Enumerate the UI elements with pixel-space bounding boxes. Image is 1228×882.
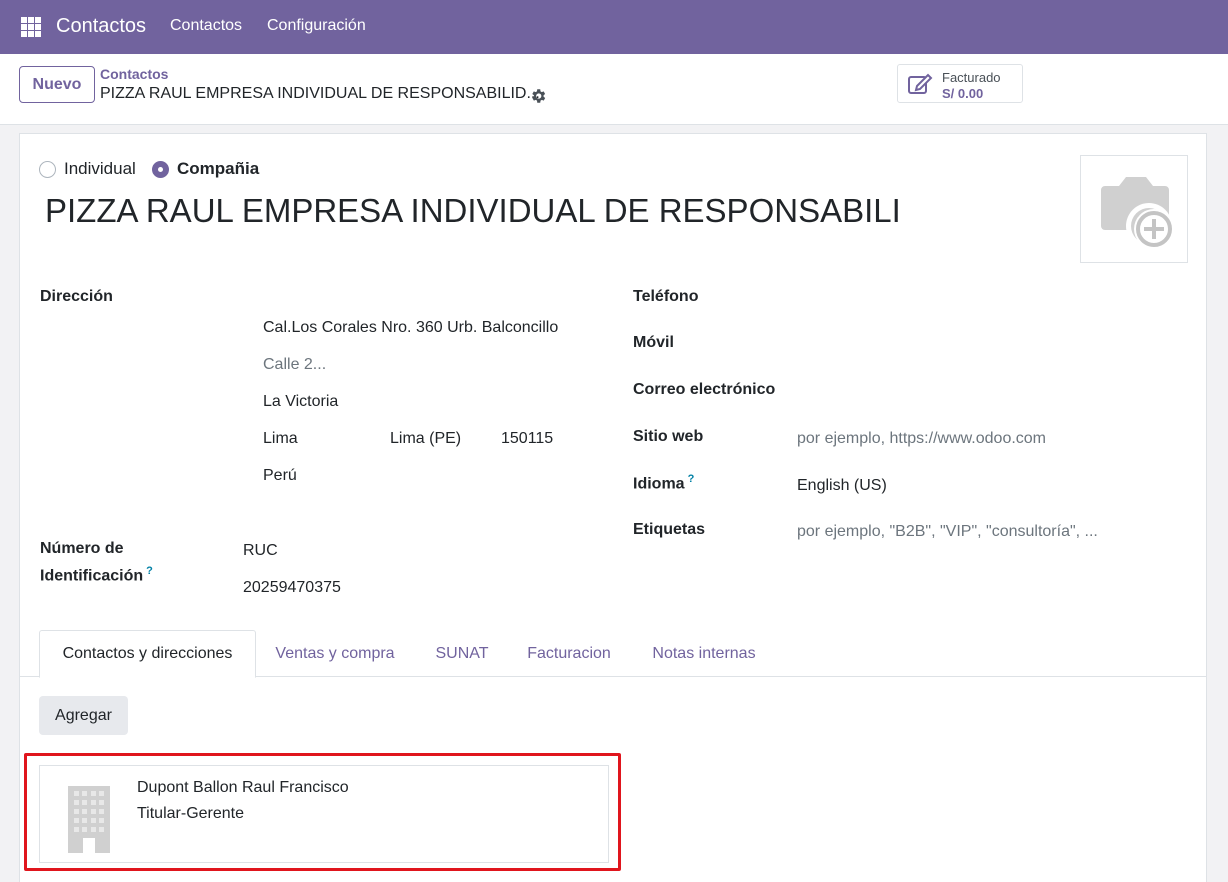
radio-individual[interactable]: Individual [39,159,136,179]
district-field[interactable]: La Victoria [263,393,338,411]
tags-label: Etiquetas [633,521,706,538]
notebook-tabs: Contactos y direcciones Ventas y compra … [20,630,1206,678]
tab-notas-internas[interactable]: Notas internas [638,630,770,677]
radio-label: Compañia [177,159,260,178]
language-label-text: Idioma [633,475,685,493]
tags-field[interactable]: por ejemplo, "B2B", "VIP", "consultoría"… [797,523,1098,541]
stat-value: S/ 0.00 [942,86,984,101]
radio-circle-checked[interactable] [152,160,169,178]
tab-ventas-compra[interactable]: Ventas y compra [260,630,410,677]
address-label: Dirección [40,288,113,305]
tab-contactos-direcciones[interactable]: Contactos y direcciones [39,630,256,678]
breadcrumb-parent[interactable]: Contactos [100,66,168,82]
contact-card[interactable]: Dupont Ballon Raul Francisco Titular-Ger… [39,765,609,863]
stat-label: Facturado [942,70,1001,85]
city-field[interactable]: Lima [263,430,298,448]
camera-add-icon [1101,177,1174,249]
phone-label: Teléfono [633,288,699,305]
new-button[interactable]: Nuevo [19,66,95,103]
contact-name: Dupont Ballon Raul Francisco [137,779,349,796]
menu-contactos[interactable]: Contactos [170,17,242,35]
menu-configuracion[interactable]: Configuración [267,17,366,35]
edit-invoice-icon [908,73,933,94]
website-label: Sitio web [633,428,704,445]
add-contact-button[interactable]: Agregar [39,696,128,735]
language-field[interactable]: English (US) [797,477,887,495]
building-icon [68,786,110,853]
tab-sunat[interactable]: SUNAT [422,630,502,677]
id-label-line1: Número de [40,540,124,557]
mobile-label: Móvil [633,334,674,351]
id-label-text: Identificación [40,567,144,585]
apps-menu-icon[interactable] [21,17,41,37]
id-number-field[interactable]: 20259470375 [243,579,341,597]
contact-function: Titular-Gerente [137,805,244,822]
id-help-icon[interactable]: ? [146,565,153,577]
id-type-field[interactable]: RUC [243,542,278,560]
country-field[interactable]: Perú [263,467,297,485]
radio-compania[interactable]: Compañia [152,159,259,179]
radio-circle[interactable] [39,160,56,178]
email-label: Correo electrónico [633,381,776,398]
radio-label: Individual [64,159,136,178]
top-navbar: Contactos Contactos Configuración [0,0,1228,54]
website-field[interactable]: por ejemplo, https://www.odoo.com [797,430,1046,448]
state-field[interactable]: Lima (PE) [390,430,461,448]
gear-icon[interactable] [529,87,547,105]
control-panel: Nuevo Contactos PIZZA RAUL EMPRESA INDIV… [0,54,1228,125]
breadcrumb-current: PIZZA RAUL EMPRESA INDIVIDUAL DE RESPONS… [100,85,540,102]
photo-upload[interactable] [1080,155,1188,263]
company-name-field[interactable]: PIZZA RAUL EMPRESA INDIVIDUAL DE RESPONS… [45,192,898,238]
street-field[interactable]: Cal.Los Corales Nro. 360 Urb. Balconcill… [263,319,558,337]
street2-field[interactable]: Calle 2... [263,356,326,374]
app-title[interactable]: Contactos [56,15,146,38]
id-label-line2: Identificación? [40,565,153,585]
language-help-icon[interactable]: ? [688,473,695,485]
invoiced-stat-button[interactable]: Facturado S/ 0.00 [897,64,1023,103]
tab-facturacion[interactable]: Facturacion [514,630,624,677]
language-label: Idioma? [633,473,694,493]
zip-field[interactable]: 150115 [501,430,553,448]
